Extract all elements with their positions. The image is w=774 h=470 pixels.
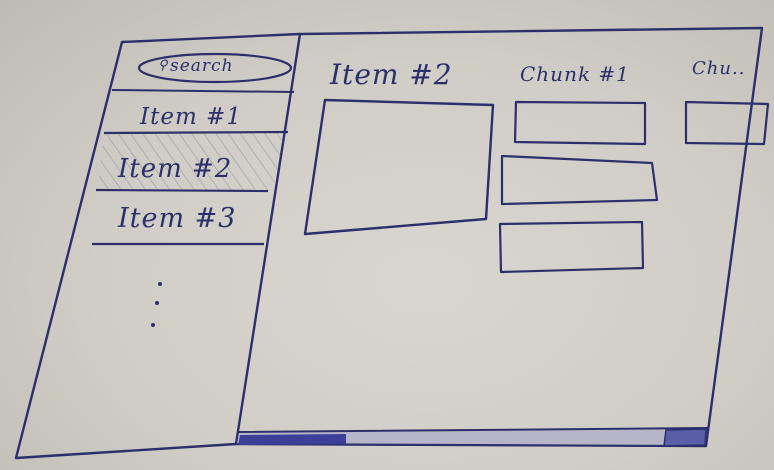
- chunk-box-3[interactable]: [498, 220, 645, 274]
- content-box[interactable]: [303, 98, 495, 236]
- scrollbar-thumb[interactable]: [238, 434, 346, 445]
- chunk-header-1: Chunk #1: [520, 62, 630, 86]
- sidebar-divider: [234, 33, 302, 445]
- sidebar-separator-1: [111, 89, 295, 93]
- more-items-indicator: [151, 282, 162, 327]
- sidebar-separator-2: [103, 130, 289, 135]
- chunk-box-2[interactable]: [500, 154, 659, 206]
- main-title: Item #2: [330, 58, 453, 91]
- search-icon: ⚲: [158, 58, 169, 73]
- sidebar-separator-3: [95, 188, 269, 193]
- sidebar-item-2[interactable]: Item #2: [118, 154, 232, 184]
- scrollbar-right-arrow[interactable]: [663, 428, 707, 447]
- chunk-header-2: Chu..: [692, 58, 746, 79]
- sidebar-item-3[interactable]: Item #3: [118, 203, 236, 234]
- chunk-box-right[interactable]: [684, 100, 770, 146]
- search-label[interactable]: search: [170, 56, 234, 76]
- sidebar-item-1[interactable]: Item #1: [140, 104, 242, 130]
- chunk-box-1[interactable]: [513, 100, 647, 146]
